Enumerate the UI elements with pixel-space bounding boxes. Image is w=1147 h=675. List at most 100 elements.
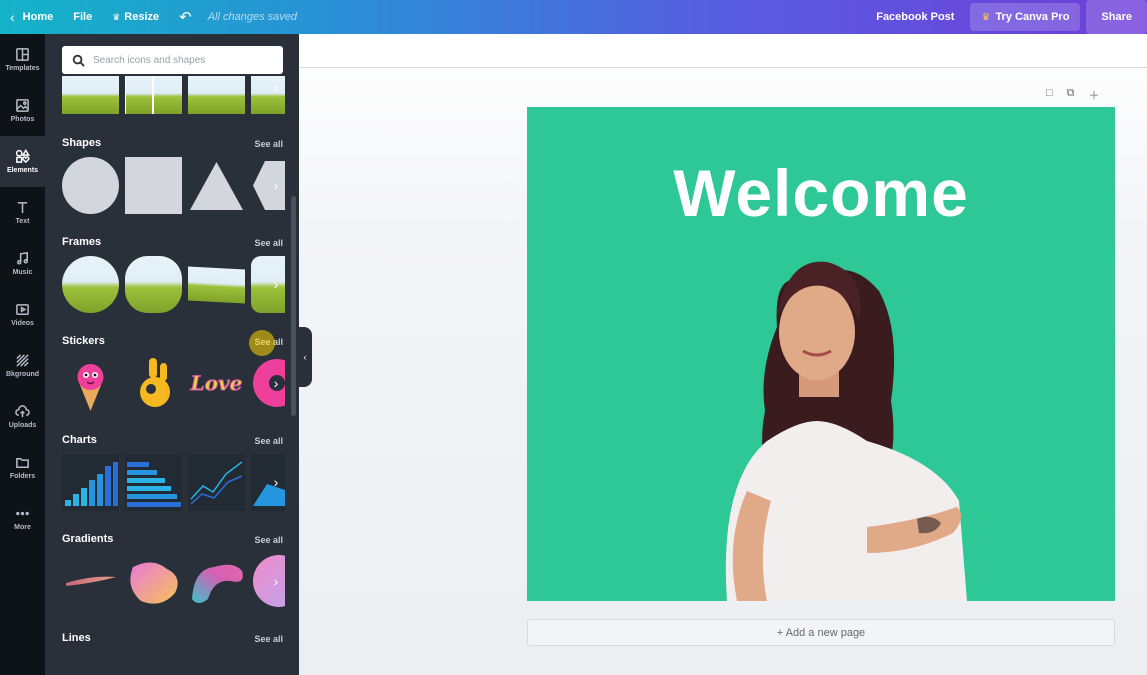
charts-row [62,454,285,512]
left-rail: Templates Photos Elements Text Music Vid… [0,34,45,675]
try-canva-pro-button[interactable]: ♛ Try Canva Pro [970,3,1081,31]
line-chart-element[interactable] [188,454,245,511]
rail-label: Uploads [8,422,37,429]
chevron-right-icon[interactable]: › [267,370,285,396]
polaroid-frame[interactable] [188,256,245,313]
chevron-left-icon: ‹ [303,352,307,362]
resize-crown-icon: ♛ [112,11,121,22]
panel-scrollbar[interactable] [291,196,296,416]
rail-item-music[interactable]: Music [0,238,45,289]
rail-item-folders[interactable]: Folders [0,442,45,493]
videos-icon [16,304,29,315]
ice-cream-sticker[interactable] [62,355,119,412]
search-icon [72,54,85,67]
photo-thumb[interactable] [188,76,245,114]
duplicate-page-icon[interactable]: ⧉ [1067,87,1075,103]
square-shape[interactable] [125,157,182,214]
rail-label: Bkground [5,371,40,378]
see-all-frames[interactable]: See all [254,238,283,248]
chevron-right-icon[interactable]: › [267,271,285,297]
chevron-right-icon[interactable]: › [267,74,285,100]
love-sticker-text: Love [190,371,243,395]
more-icon [16,511,29,516]
rail-label: Elements [6,167,39,174]
add-new-page-button[interactable]: + Add a new page [527,619,1115,646]
see-all-gradients[interactable]: See all [254,535,283,545]
see-all-shapes[interactable]: See all [254,139,283,149]
share-button[interactable]: Share [1086,0,1147,34]
frame-photo [188,266,245,304]
rail-item-more[interactable]: More [0,493,45,544]
brush-gradient[interactable] [62,553,119,610]
horizontal-bar-chart-element[interactable] [125,454,182,511]
elements-icon [15,149,30,164]
chevron-left-icon: ‹ [10,9,15,25]
chevron-right-icon[interactable]: › [267,172,285,198]
collapse-panel-button[interactable]: ‹ [298,327,312,387]
love-sticker[interactable]: Love [188,355,245,412]
section-title-frames: Frames [62,236,102,248]
blob-gradient[interactable] [125,553,182,610]
search-input[interactable]: Search icons and shapes [62,46,283,74]
photo-thumb[interactable] [125,76,182,114]
resize-button[interactable]: ♛ Resize [102,0,169,34]
text-icon [17,202,28,214]
crown-icon: ♛ [981,11,991,23]
section-title-lines: Lines [62,632,91,644]
ok-hand-sticker[interactable] [125,355,182,412]
chevron-right-icon[interactable]: › [267,469,285,495]
add-page-icon[interactable]: ＋ [1089,87,1100,103]
circle-shape[interactable] [62,157,119,214]
search-placeholder: Search icons and shapes [93,54,206,66]
rail-item-text[interactable]: Text [0,187,45,238]
rail-item-uploads[interactable]: Uploads [0,391,45,442]
see-all-charts[interactable]: See all [254,436,283,446]
chevron-right-icon[interactable]: › [267,568,285,594]
cursor-highlight [249,330,275,356]
triangle-shape[interactable] [188,157,245,214]
design-page[interactable]: Welcome [527,107,1115,601]
undo-icon: ↶ [179,9,192,26]
uploads-icon [15,405,30,418]
document-type-label[interactable]: Facebook Post [866,0,964,34]
home-label: Home [22,11,54,23]
rail-label: Templates [5,65,40,72]
circle-frame[interactable] [62,256,119,313]
see-all-lines[interactable]: See all [254,634,283,644]
rail-item-templates[interactable]: Templates [0,34,45,85]
rail-label: Music [12,269,33,276]
undo-button[interactable]: ↶ [169,0,202,34]
rail-item-videos[interactable]: Videos [0,289,45,340]
shapes-row [62,157,285,215]
save-status: All changes saved [207,11,297,23]
bar-chart-element[interactable] [62,454,119,511]
section-title-shapes: Shapes [62,137,102,149]
section-title-gradients: Gradients [62,533,114,545]
file-menu-button[interactable]: File [63,0,102,34]
scalloped-frame[interactable] [125,256,182,313]
top-bar: ‹ Home File ♛ Resize ↶ All changes saved… [0,0,1147,34]
page-tools: □ ⧉ ＋ [1046,87,1100,103]
rail-item-elements[interactable]: Elements [0,136,45,187]
try-pro-label: Try Canva Pro [995,11,1070,23]
folders-icon [16,458,29,468]
wave-gradient[interactable] [188,553,245,610]
person-photo[interactable] [527,107,1115,601]
rail-label: Folders [9,473,36,480]
note-icon[interactable]: □ [1046,87,1053,103]
frames-row [62,256,285,314]
photos-icon [16,99,29,112]
background-icon [16,354,29,367]
photo-thumb[interactable] [62,76,119,114]
canvas-toolbar [299,34,1147,68]
rail-label: Photos [10,116,35,123]
section-title-stickers: Stickers [62,335,105,347]
music-icon [16,252,29,265]
resize-label: Resize [124,11,160,23]
templates-icon [16,48,29,61]
rail-item-photos[interactable]: Photos [0,85,45,136]
photo-grid-row [62,76,285,114]
home-button[interactable]: ‹ Home [0,0,63,34]
rail-item-background[interactable]: Bkground [0,340,45,391]
rail-label: More [14,524,31,531]
